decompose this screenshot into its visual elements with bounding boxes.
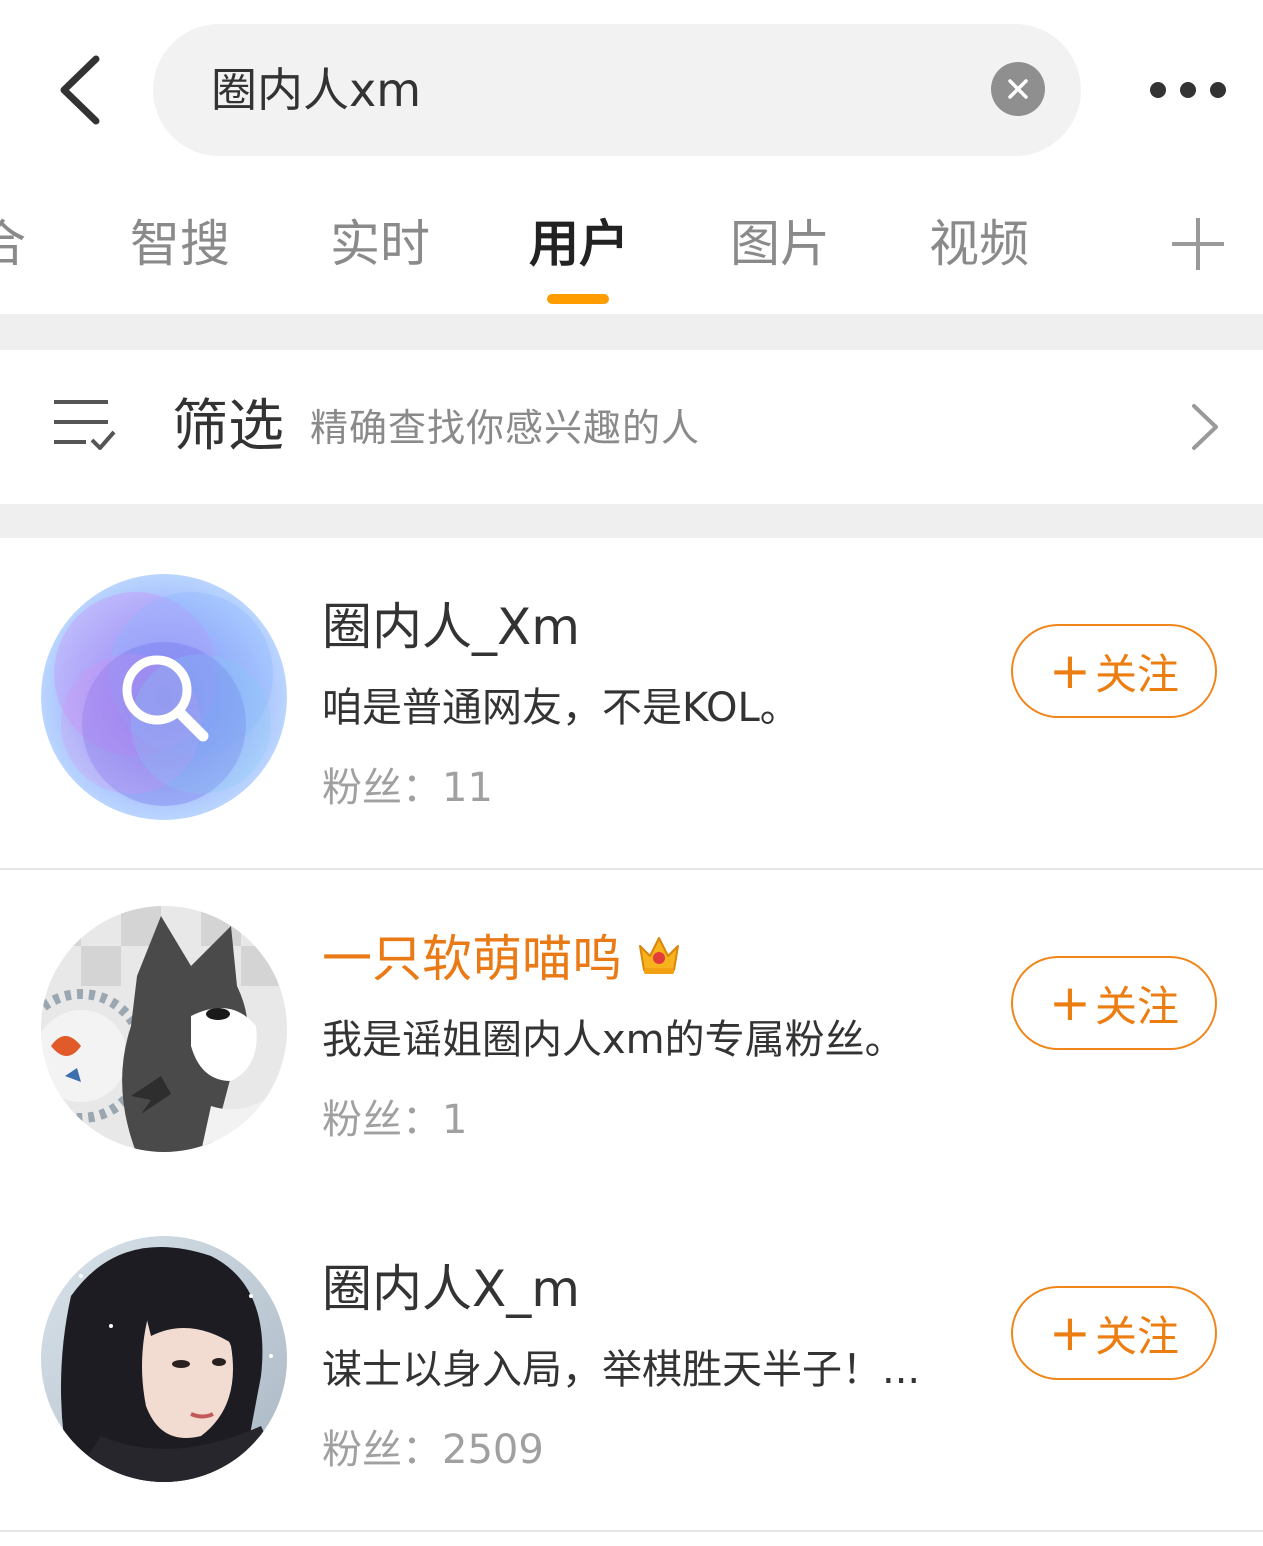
section-divider [0, 504, 1263, 538]
fans-count: 11 [442, 765, 493, 811]
user-fans: 粉丝：11 [322, 760, 493, 816]
user-row[interactable]: 圈内人X_m 谋士以身入局，举棋胜天半子！... 粉丝：2509 + 关注 [0, 1200, 1263, 1532]
tab-videos[interactable]: 视频 [929, 214, 1029, 274]
more-dot [1180, 82, 1196, 98]
tab-users[interactable]: 用户 [529, 214, 629, 274]
user-name[interactable]: 一只软萌喵呜 [322, 924, 622, 994]
user-name[interactable]: 圈内人X_m [322, 1254, 580, 1324]
default-avatar-image [41, 574, 287, 820]
fans-count: 2509 [442, 1427, 544, 1473]
follow-button[interactable]: + 关注 [1011, 956, 1217, 1050]
top-bar: 圈内人xm [0, 0, 1263, 180]
search-query-text[interactable]: 圈内人xm [211, 24, 421, 156]
tab-smart-search[interactable]: 智搜 [130, 214, 230, 274]
section-divider [0, 314, 1263, 350]
avatar[interactable] [41, 906, 287, 1152]
tab-realtime[interactable]: 实时 [330, 214, 430, 274]
user-name[interactable]: 圈内人_Xm [322, 592, 580, 662]
user-row[interactable]: 圈内人_Xm 咱是普通网友，不是KOL。 粉丝：11 + 关注 [0, 538, 1263, 870]
active-tab-indicator [547, 294, 609, 304]
tab-comprehensive[interactable]: 合 [0, 214, 26, 274]
fans-label: 粉丝： [322, 1427, 442, 1473]
user-bio: 谋士以身入局，举棋胜天半子！... [322, 1347, 921, 1393]
fans-label: 粉丝： [322, 1097, 442, 1143]
search-input[interactable]: 圈内人xm [153, 24, 1081, 156]
fans-count: 1 [442, 1097, 468, 1143]
plus-icon: + [1049, 974, 1091, 1032]
plus-icon[interactable] [1164, 210, 1232, 278]
follow-button[interactable]: + 关注 [1011, 624, 1217, 718]
follow-label: 关注 [1094, 981, 1179, 1031]
user-fans: 粉丝：2509 [322, 1422, 544, 1478]
search-tabs: 合 智搜 实时 用户 图片 视频 [0, 180, 1263, 314]
chevron-right-icon [1192, 404, 1218, 450]
clear-search-button[interactable] [991, 62, 1045, 116]
avatar[interactable] [41, 574, 287, 820]
follow-button[interactable]: + 关注 [1011, 1286, 1217, 1380]
fans-label: 粉丝： [322, 765, 442, 811]
chevron-left-icon [60, 55, 100, 125]
close-icon [1008, 79, 1028, 99]
tab-images[interactable]: 图片 [730, 214, 830, 274]
filter-list-icon [54, 400, 116, 450]
filter-title: 筛选 [172, 394, 284, 459]
more-dot [1150, 82, 1166, 98]
filter-row[interactable]: 筛选 精确查找你感兴趣的人 [0, 350, 1263, 504]
tab-scroll-fade [1110, 180, 1150, 314]
user-fans: 粉丝：1 [322, 1092, 467, 1148]
more-dot [1210, 82, 1226, 98]
portrait-avatar-image [41, 1236, 287, 1482]
crown-icon [639, 937, 679, 974]
plus-icon: + [1049, 642, 1091, 700]
user-bio: 咱是普通网友，不是KOL。 [322, 685, 800, 731]
avatar[interactable] [41, 1236, 287, 1482]
more-options-button[interactable] [1140, 64, 1236, 116]
plus-icon: + [1049, 1304, 1091, 1362]
cat-avatar-image [41, 906, 287, 1152]
filter-description: 精确查找你感兴趣的人 [310, 406, 701, 450]
follow-label: 关注 [1094, 1311, 1179, 1361]
user-bio: 我是谣姐圈内人xm的专属粉丝。 [322, 1017, 905, 1063]
user-row[interactable]: 一只软萌喵呜 我是谣姐圈内人xm的专属粉丝。 粉丝：1 + 关注 [0, 870, 1263, 1202]
follow-label: 关注 [1094, 649, 1179, 699]
back-button[interactable] [40, 48, 120, 132]
